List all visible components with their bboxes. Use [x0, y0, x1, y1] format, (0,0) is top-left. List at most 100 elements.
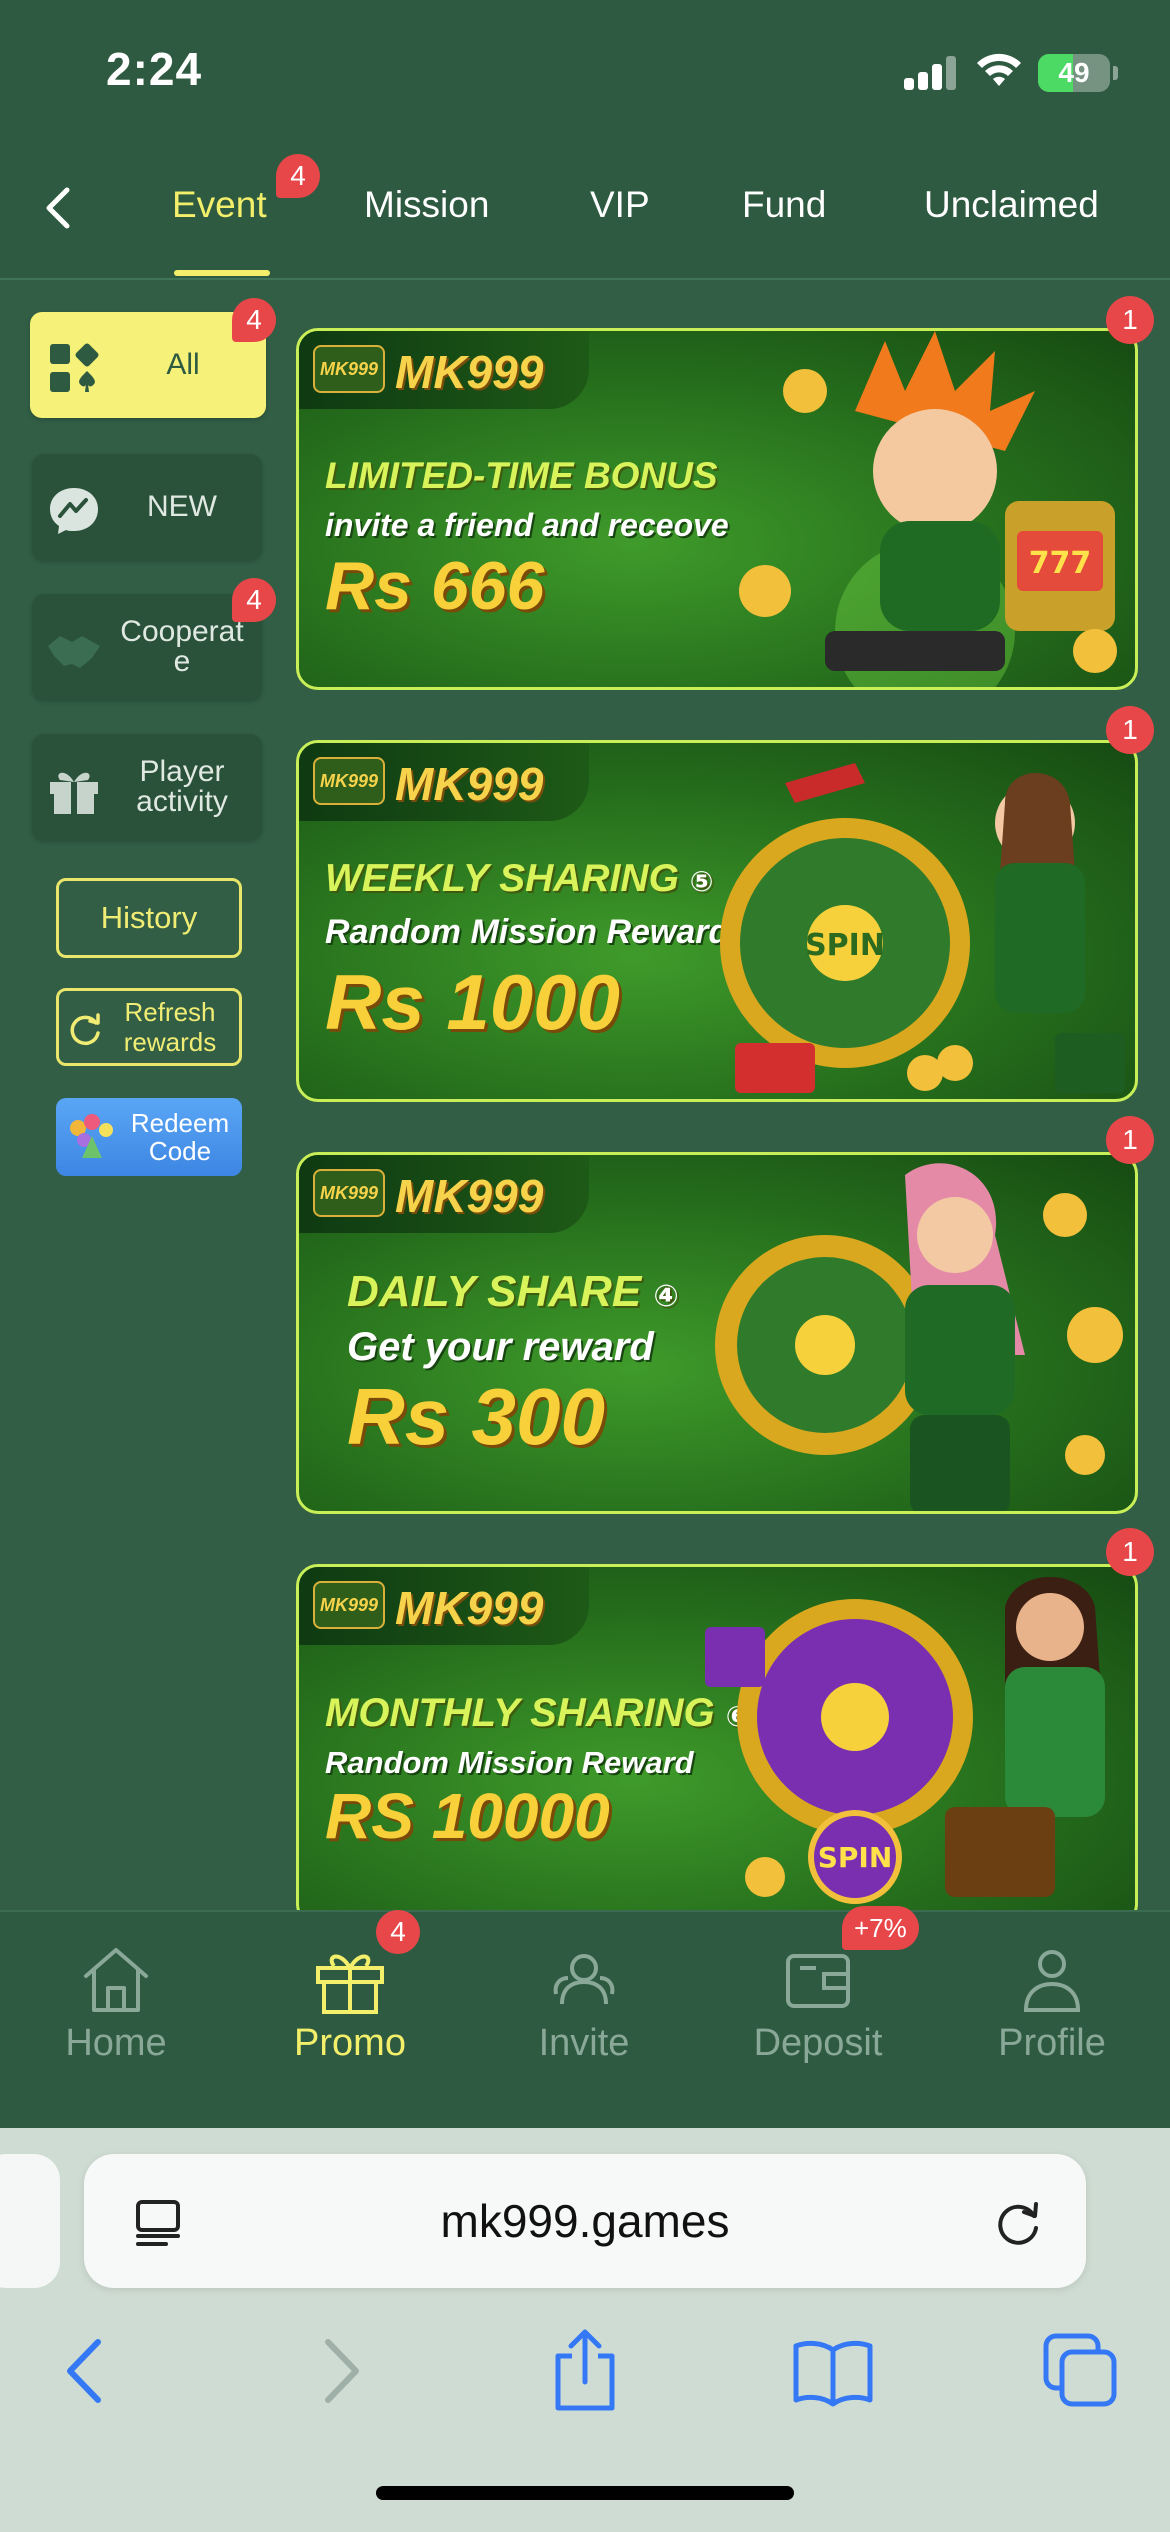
brand-badge-logo: MK999	[313, 757, 385, 805]
banner-amount: Rs 666	[325, 548, 545, 624]
nav-invite[interactable]: Invite	[484, 1912, 684, 2130]
tab-event[interactable]: Event	[172, 184, 267, 226]
chevron-left-icon	[46, 187, 70, 229]
promo-banner-weekly-sharing[interactable]: MK999 MK999 WEEKLY SHARING ⑤ Random Miss…	[296, 740, 1138, 1102]
back-button[interactable]	[30, 180, 86, 236]
refresh-icon	[70, 1013, 100, 1046]
nav-promo-badge: 4	[376, 1910, 420, 1954]
battery-cap	[1113, 66, 1118, 80]
grid-icon	[50, 343, 99, 392]
nav-label: Deposit	[753, 2022, 883, 2064]
refresh-rewards-button[interactable]: Refresh rewards	[56, 988, 242, 1066]
promo-banner-monthly-sharing[interactable]: MK999 MK999 MONTHLY SHARING ⑥ Random Mis…	[296, 1564, 1138, 1926]
nav-label: Promo	[294, 2022, 406, 2064]
banner-badge: 1	[1106, 706, 1154, 754]
history-button[interactable]: History	[56, 878, 242, 958]
hero-character-illustration: 777	[739, 331, 1117, 687]
sidebar-cooperate-badge: 4	[232, 578, 276, 622]
banner-title: MONTHLY SHARING ⑥	[325, 1691, 749, 1736]
banner-title-text: WEEKLY SHARING	[325, 857, 679, 900]
spin-wheel-illustration: SPIN	[720, 763, 1125, 1093]
banner-badge: 1	[1106, 296, 1154, 344]
banner-title: LIMITED-TIME BONUS	[325, 455, 718, 496]
prize-wheel-illustration: SPIN	[705, 1577, 1105, 1904]
address-bar[interactable]: mk999.games	[84, 2154, 1086, 2288]
brand-badge-logo: MK999	[313, 1169, 385, 1217]
redeem-code-button[interactable]: Redeem Code	[56, 1098, 242, 1176]
status-bar: 2:24 49	[0, 0, 1170, 140]
brand-logo: MK999	[395, 1582, 544, 1634]
brand-logo: MK999	[395, 1170, 544, 1222]
svg-text:777: 777	[1029, 546, 1092, 581]
sidebar-item-new[interactable]: NEW	[32, 454, 262, 560]
tabs-icon[interactable]	[1036, 2326, 1126, 2416]
tab-unclaimed[interactable]: Unclaimed	[924, 184, 1099, 226]
tab-vip[interactable]: VIP	[590, 184, 650, 226]
refresh-rewards-label: Refresh rewards	[123, 997, 217, 1057]
banner-title-mark: ④	[653, 1280, 679, 1313]
banner-subtitle: Random Mission Reward	[325, 913, 730, 951]
promo-banner-limited-time-bonus[interactable]: MK999 MK999 LIMITED-TIME BONUS invite a …	[296, 328, 1138, 690]
brand-logo: MK999	[395, 346, 544, 398]
sidebar-item-cooperate[interactable]: Cooperat e	[32, 594, 262, 700]
sidebar-item-player-activity[interactable]: Player activity	[32, 734, 262, 840]
gift-icon	[316, 1954, 384, 2014]
battery-icon: 49	[1038, 54, 1110, 92]
banner-amount: RS 10000	[325, 1780, 610, 1852]
sidebar-item-label: NEW	[147, 490, 217, 523]
person-icon	[1023, 1950, 1081, 2012]
cellular-signal-icon	[904, 54, 958, 90]
tab-event-badge: 4	[276, 154, 320, 198]
status-time: 2:24	[106, 43, 203, 95]
wifi-icon	[977, 53, 1021, 86]
deposit-bonus-badge: +7%	[842, 1906, 919, 1950]
tab-mission[interactable]: Mission	[364, 184, 489, 226]
banner-title: DAILY SHARE ④	[347, 1267, 679, 1317]
banner-subtitle: Random Mission Reward	[325, 1745, 694, 1780]
browser-forward-icon[interactable]	[294, 2326, 384, 2416]
bottom-navigation: Home Promo 4 Invite Deposit +7% Profile	[0, 1906, 1170, 2130]
nav-home[interactable]: Home	[16, 1912, 216, 2130]
active-tab-indicator	[174, 270, 270, 276]
bookmarks-icon[interactable]	[788, 2326, 878, 2416]
people-icon	[553, 1954, 615, 2005]
sidebar-item-label: Player activity	[136, 755, 228, 818]
gift-icon	[50, 772, 98, 814]
banner-subtitle: invite a friend and receove	[325, 507, 729, 543]
nav-promo[interactable]: Promo	[250, 1912, 450, 2130]
banner-amount: Rs 1000	[325, 958, 620, 1046]
banner-title: WEEKLY SHARING ⑤	[325, 857, 713, 901]
nav-profile[interactable]: Profile	[952, 1912, 1152, 2130]
banner-amount: Rs 300	[347, 1372, 605, 1461]
banner-badge: 1	[1106, 1116, 1154, 1164]
tab-fund[interactable]: Fund	[742, 184, 826, 226]
chat-bubble-icon	[50, 488, 98, 534]
spin-label: SPIN	[805, 928, 885, 963]
handshake-icon	[48, 636, 100, 668]
banner-title-text: DAILY SHARE	[347, 1267, 642, 1316]
spin-label: SPIN	[818, 1841, 893, 1874]
wallet-icon	[786, 1954, 850, 2008]
reload-icon[interactable]	[990, 2194, 1046, 2250]
banner-title-text: MONTHLY SHARING	[325, 1691, 715, 1735]
share-icon[interactable]	[540, 2326, 630, 2416]
nav-label: Home	[65, 2022, 167, 2064]
sidebar-item-all[interactable]: All	[30, 312, 266, 418]
brand-badge-logo: MK999	[313, 1581, 385, 1629]
hostess-character-illustration	[715, 1163, 1123, 1511]
promo-banner-daily-share[interactable]: MK999 MK999 DAILY SHARE ④ Get your rewar…	[296, 1152, 1138, 1514]
browser-toolbar: mk999.games	[0, 2128, 1170, 2532]
previous-tab-preview[interactable]	[0, 2154, 60, 2288]
browser-back-icon[interactable]	[42, 2326, 132, 2416]
promo-tab-bar: Event 4 Mission VIP Fund Unclaimed	[0, 140, 1170, 280]
banner-badge: 1	[1106, 1528, 1154, 1576]
redeem-code-label: Redeem Code	[130, 1108, 230, 1166]
sidebar-all-badge: 4	[232, 298, 276, 342]
nav-label: Profile	[998, 2022, 1106, 2064]
banner-subtitle: Get your reward	[347, 1325, 654, 1369]
url-text: mk999.games	[440, 2195, 730, 2247]
home-indicator	[376, 2486, 794, 2500]
battery-percentage: 49	[1058, 57, 1090, 88]
home-icon	[84, 1948, 148, 2012]
nav-label: Invite	[538, 2022, 630, 2064]
